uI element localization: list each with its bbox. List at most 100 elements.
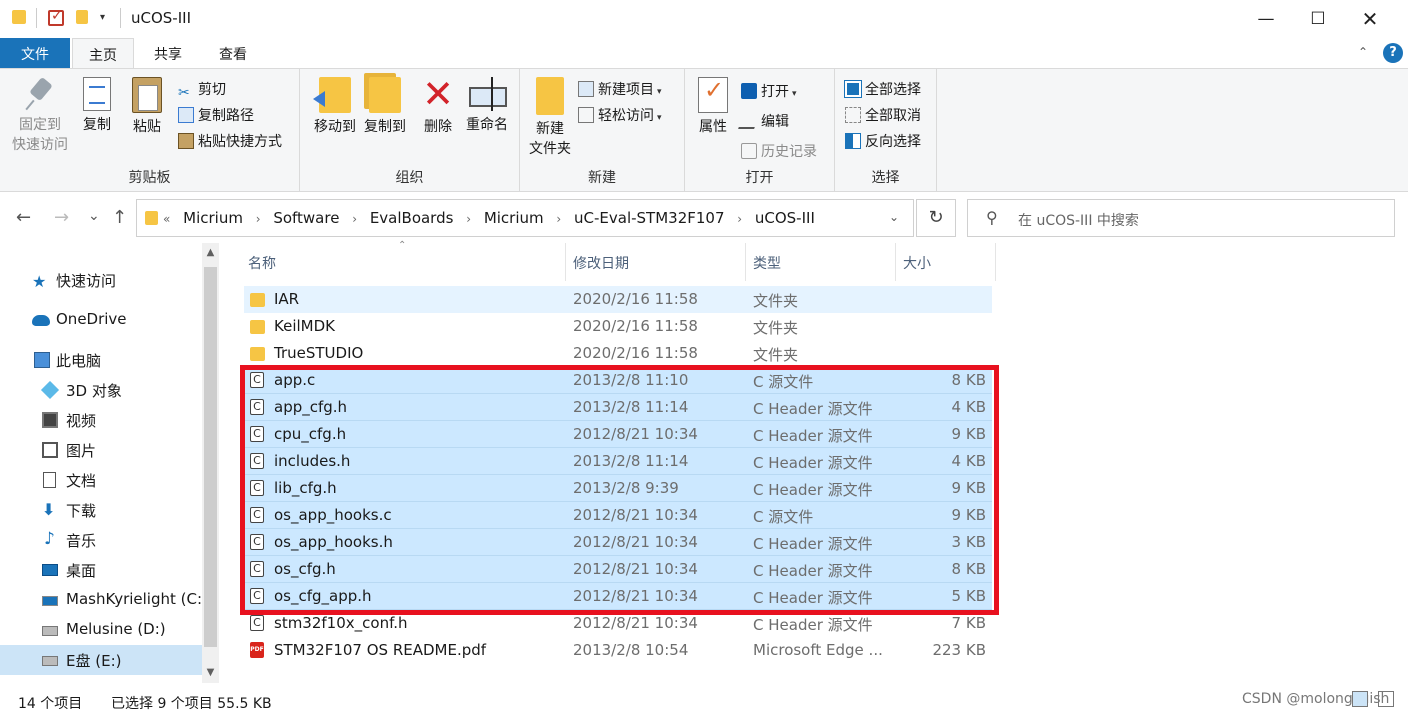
paste-shortcut-button[interactable]: 粘贴快捷方式: [178, 131, 282, 151]
file-row[interactable]: C lib_cfg.h 2013/2/8 9:39 C Header 源文件 9…: [244, 475, 992, 502]
minimize-button[interactable]: —: [1240, 0, 1292, 38]
new-folder-button[interactable]: 新建 文件夹: [526, 77, 574, 159]
paste-button[interactable]: 粘贴: [128, 77, 166, 137]
sidebar-item-drive-c[interactable]: MashKyrielight (C:): [0, 585, 202, 615]
delete-button[interactable]: ✕ 删除: [418, 75, 458, 137]
open-button[interactable]: 打开 ▾: [741, 81, 797, 101]
details-view-icon[interactable]: [1352, 691, 1368, 707]
column-divider[interactable]: [745, 243, 746, 281]
sidebar-item-drive-d[interactable]: Melusine (D:): [0, 615, 202, 645]
properties-icon: [698, 77, 728, 113]
large-icons-view-icon[interactable]: [1378, 691, 1394, 707]
easy-access-button[interactable]: 轻松访问 ▾: [578, 105, 662, 125]
tab-view[interactable]: 查看: [202, 38, 264, 68]
sidebar-item-documents[interactable]: 文档: [0, 465, 202, 495]
file-date: 2020/2/16 11:58: [573, 290, 698, 308]
collapse-ribbon-icon[interactable]: ⌃: [1358, 45, 1368, 59]
new-folder-quick-icon[interactable]: [76, 10, 88, 24]
select-none-button[interactable]: 全部取消: [845, 105, 921, 125]
scrollbar-thumb[interactable]: [204, 267, 217, 647]
sidebar-item-music[interactable]: ♪ 音乐: [0, 525, 202, 555]
file-row[interactable]: C os_cfg.h 2012/8/21 10:34 C Header 源文件 …: [244, 556, 992, 583]
sidebar-item-drive-e[interactable]: E盘 (E:): [0, 645, 202, 675]
scroll-up-icon[interactable]: ▲: [202, 247, 219, 258]
breadcrumb-item[interactable]: Micrium: [183, 209, 243, 227]
address-history-dropdown-icon[interactable]: ⌄: [889, 210, 899, 224]
forward-icon[interactable]: →: [54, 207, 69, 228]
file-row[interactable]: C stm32f10x_conf.h 2012/8/21 10:34 C Hea…: [244, 610, 992, 637]
file-date: 2013/2/8 11:14: [573, 452, 689, 470]
file-date: 2013/2/8 9:39: [573, 479, 679, 497]
help-icon[interactable]: ?: [1383, 43, 1403, 63]
chevron-right-icon[interactable]: ›: [466, 212, 471, 226]
address-bar[interactable]: « Micrium › Software › EvalBoards › Micr…: [136, 199, 914, 237]
chevron-right-icon[interactable]: ›: [352, 212, 357, 226]
sidebar-item-3d-objects[interactable]: 3D 对象: [0, 375, 202, 405]
invert-selection-button[interactable]: 反向选择: [845, 131, 921, 151]
copy-button[interactable]: 复制: [78, 77, 116, 135]
column-divider[interactable]: [895, 243, 896, 281]
tab-file[interactable]: 文件: [0, 38, 70, 68]
file-row[interactable]: TrueSTUDIO 2020/2/16 11:58 文件夹: [244, 340, 992, 367]
file-row[interactable]: C os_app_hooks.c 2012/8/21 10:34 C 源文件 9…: [244, 502, 992, 529]
sidebar-item-pictures[interactable]: 图片: [0, 435, 202, 465]
column-header-name[interactable]: 名称: [248, 253, 276, 273]
pin-quick-access-button[interactable]: 固定到 快速访问: [8, 77, 72, 155]
back-icon[interactable]: ←: [16, 207, 31, 228]
cut-button[interactable]: ✂ 剪切: [178, 79, 226, 101]
tab-home[interactable]: 主页: [72, 38, 134, 68]
up-icon[interactable]: ↑: [112, 207, 127, 228]
copy-path-button[interactable]: 复制路径: [178, 105, 254, 125]
file-row[interactable]: IAR 2020/2/16 11:58 文件夹: [244, 286, 992, 313]
breadcrumb-item[interactable]: uCOS-III: [755, 209, 815, 227]
file-row[interactable]: C app_cfg.h 2013/2/8 11:14 C Header 源文件 …: [244, 394, 992, 421]
tab-share[interactable]: 共享: [137, 38, 199, 68]
maximize-button[interactable]: ☐: [1292, 0, 1344, 38]
sidebar-item-desktop[interactable]: 桌面: [0, 555, 202, 585]
column-divider[interactable]: [995, 243, 996, 281]
sidebar-item-videos[interactable]: 视频: [0, 405, 202, 435]
file-row[interactable]: C os_cfg_app.h 2012/8/21 10:34 C Header …: [244, 583, 992, 610]
overflow-icon[interactable]: «: [163, 212, 170, 226]
breadcrumb-item[interactable]: uC-Eval-STM32F107: [574, 209, 725, 227]
close-button[interactable]: ✕: [1344, 0, 1396, 38]
breadcrumb-item[interactable]: Software: [273, 209, 339, 227]
file-row[interactable]: KeilMDK 2020/2/16 11:58 文件夹: [244, 313, 992, 340]
clipboard-group: 固定到 快速访问 复制 粘贴 ✂ 剪切 复制路径 粘贴快捷方式 剪贴板: [0, 69, 300, 191]
file-row[interactable]: PDF STM32F107 OS README.pdf 2013/2/8 10:…: [244, 637, 992, 664]
properties-quick-icon[interactable]: [48, 8, 64, 26]
file-size: 4 KB: [951, 452, 986, 470]
chevron-right-icon[interactable]: ›: [256, 212, 261, 226]
chevron-right-icon[interactable]: ›: [556, 212, 561, 226]
history-button[interactable]: 历史记录: [741, 141, 817, 161]
properties-button[interactable]: 属性: [693, 77, 733, 137]
column-header-size[interactable]: 大小: [903, 253, 931, 273]
file-row[interactable]: C os_app_hooks.h 2012/8/21 10:34 C Heade…: [244, 529, 992, 556]
recent-locations-icon[interactable]: ⌄: [88, 208, 100, 224]
sidebar-item-label: 桌面: [66, 562, 97, 580]
breadcrumb-item[interactable]: EvalBoards: [370, 209, 454, 227]
chevron-right-icon[interactable]: ›: [737, 212, 742, 226]
quick-access-dropdown-icon[interactable]: ▾: [100, 12, 105, 23]
sidebar-item-onedrive[interactable]: OneDrive: [0, 305, 202, 335]
new-folder-label-line2: 文件夹: [529, 141, 571, 157]
scroll-down-icon[interactable]: ▼: [202, 667, 219, 678]
column-divider[interactable]: [565, 243, 566, 281]
new-item-button[interactable]: 新建项目 ▾: [578, 79, 662, 99]
search-input[interactable]: ⚲ 在 uCOS-III 中搜索: [967, 199, 1395, 237]
sidebar-item-downloads[interactable]: ⬇ 下载: [0, 495, 202, 525]
column-header-date[interactable]: 修改日期: [573, 253, 629, 273]
sidebar-scrollbar[interactable]: ▲ ▼: [202, 243, 219, 683]
file-row[interactable]: C app.c 2013/2/8 11:10 C 源文件 8 KB: [244, 367, 992, 394]
copy-to-button[interactable]: 复制到: [356, 77, 414, 137]
sidebar-item-quick-access[interactable]: ★ 快速访问: [0, 265, 202, 295]
sidebar-item-this-pc[interactable]: 此电脑: [0, 345, 202, 375]
breadcrumb-item[interactable]: Micrium: [484, 209, 544, 227]
file-row[interactable]: C cpu_cfg.h 2012/8/21 10:34 C Header 源文件…: [244, 421, 992, 448]
column-header-type[interactable]: 类型: [753, 253, 781, 273]
select-all-button[interactable]: 全部选择: [844, 79, 921, 99]
file-row[interactable]: C includes.h 2013/2/8 11:14 C Header 源文件…: [244, 448, 992, 475]
refresh-button[interactable]: ↻: [916, 199, 956, 237]
edit-button[interactable]: 编辑: [738, 111, 789, 131]
rename-button[interactable]: 重命名: [462, 77, 512, 135]
